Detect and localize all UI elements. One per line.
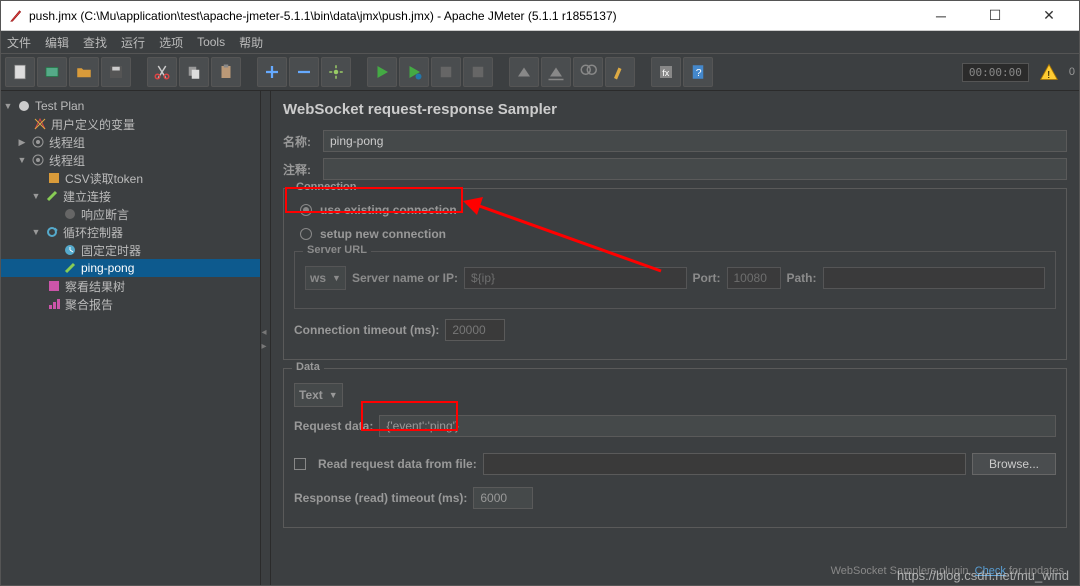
data-fieldset: Data Text▼ Request data: Read request da… xyxy=(283,368,1067,528)
toolbar: fx ? 00:00:00 ! 0 xyxy=(1,53,1079,91)
start-no-pause-icon[interactable] xyxy=(399,57,429,87)
tree-ping-pong[interactable]: ping-pong xyxy=(1,259,260,277)
name-label: 名称: xyxy=(283,133,323,150)
close-button[interactable]: ✕ xyxy=(1031,6,1067,26)
connection-fieldset: Connection use existing connection setup… xyxy=(283,188,1067,360)
start-icon[interactable] xyxy=(367,57,397,87)
clear-all-icon[interactable] xyxy=(541,57,571,87)
timer-display: 00:00:00 xyxy=(962,63,1029,82)
shutdown-icon[interactable] xyxy=(463,57,493,87)
svg-text:?: ? xyxy=(696,67,702,79)
splitter-right-icon[interactable]: ▸ xyxy=(262,341,270,349)
search-icon[interactable] xyxy=(573,57,603,87)
expand-icon[interactable] xyxy=(257,57,287,87)
comment-label: 注释: xyxy=(283,161,323,178)
menu-options[interactable]: 选项 xyxy=(159,34,183,51)
radio-existing[interactable]: use existing connection xyxy=(294,203,1056,217)
warning-count: 0 xyxy=(1069,66,1075,78)
server-url-legend: Server URL xyxy=(303,244,371,256)
minimize-button[interactable]: ─ xyxy=(923,6,959,26)
read-from-file-label: Read request data from file: xyxy=(318,457,477,471)
server-name-label: Server name or IP: xyxy=(352,271,458,285)
menu-file[interactable]: 文件 xyxy=(7,34,31,51)
reset-search-icon[interactable] xyxy=(605,57,635,87)
watermark: https://blog.csdn.net/mu_wind xyxy=(897,568,1069,583)
response-timeout-input[interactable] xyxy=(473,487,533,509)
copy-icon[interactable] xyxy=(179,57,209,87)
read-from-file-checkbox[interactable] xyxy=(294,458,306,470)
protocol-combo[interactable]: ws▼ xyxy=(305,266,346,290)
conn-timeout-input[interactable] xyxy=(445,319,505,341)
paste-icon[interactable] xyxy=(211,57,241,87)
svg-text:!: ! xyxy=(1047,70,1050,81)
tree-user-vars[interactable]: 用户定义的变量 xyxy=(1,115,260,133)
svg-text:fx: fx xyxy=(662,68,670,78)
open-icon[interactable] xyxy=(69,57,99,87)
splitter-left-icon[interactable]: ◂ xyxy=(262,327,270,335)
conn-timeout-label: Connection timeout (ms): xyxy=(294,323,439,337)
cut-icon[interactable] xyxy=(147,57,177,87)
tree-aggregate[interactable]: 聚合报告 xyxy=(1,295,260,313)
path-input[interactable] xyxy=(823,267,1046,289)
server-url-fieldset: Server URL ws▼ Server name or IP: Port: … xyxy=(294,251,1056,309)
toggle-icon[interactable] xyxy=(321,57,351,87)
maximize-button[interactable]: ☐ xyxy=(977,6,1013,26)
path-label: Path: xyxy=(787,271,817,285)
menu-help[interactable]: 帮助 xyxy=(239,34,263,51)
tree-thread-group-1[interactable]: ▶线程组 xyxy=(1,133,260,151)
tree-timer[interactable]: 固定定时器 xyxy=(1,241,260,259)
response-timeout-label: Response (read) timeout (ms): xyxy=(294,491,467,505)
save-icon[interactable] xyxy=(101,57,131,87)
name-input[interactable] xyxy=(323,130,1067,152)
stop-icon[interactable] xyxy=(431,57,461,87)
new-icon[interactable] xyxy=(5,57,35,87)
tree-loop[interactable]: ▼循环控制器 xyxy=(1,223,260,241)
app-icon xyxy=(9,9,23,23)
server-name-input[interactable] xyxy=(464,267,687,289)
file-path-input[interactable] xyxy=(483,453,966,475)
port-label: Port: xyxy=(693,271,721,285)
connection-legend: Connection xyxy=(292,181,361,193)
radio-existing-dot[interactable] xyxy=(300,204,312,216)
menu-run[interactable]: 运行 xyxy=(121,34,145,51)
tree-root[interactable]: ▼Test Plan xyxy=(1,97,260,115)
tree-results-tree[interactable]: 察看结果树 xyxy=(1,277,260,295)
templates-icon[interactable] xyxy=(37,57,67,87)
tree-csv[interactable]: CSV读取token xyxy=(1,169,260,187)
request-data-input[interactable] xyxy=(379,415,1056,437)
radio-new-dot[interactable] xyxy=(300,228,312,240)
data-legend: Data xyxy=(292,361,324,373)
splitter[interactable]: ◂ ▸ xyxy=(261,91,271,585)
sampler-editor: WebSocket request-response Sampler 名称: 注… xyxy=(271,91,1079,585)
function-helper-icon[interactable]: fx xyxy=(651,57,681,87)
menu-edit[interactable]: 编辑 xyxy=(45,34,69,51)
radio-new[interactable]: setup new connection xyxy=(294,227,1056,241)
window-titlebar: push.jmx (C:\Mu\application\test\apache-… xyxy=(1,1,1079,31)
tree-assertion[interactable]: 响应断言 xyxy=(1,205,260,223)
tree-connect[interactable]: ▼建立连接 xyxy=(1,187,260,205)
test-plan-tree[interactable]: ▼Test Plan 用户定义的变量 ▶线程组 ▼线程组 CSV读取token … xyxy=(1,91,261,585)
warning-icon[interactable]: ! xyxy=(1039,62,1059,82)
clear-icon[interactable] xyxy=(509,57,539,87)
window-title: push.jmx (C:\Mu\application\test\apache-… xyxy=(29,9,923,23)
menu-search[interactable]: 查找 xyxy=(83,34,107,51)
browse-button[interactable]: Browse... xyxy=(972,453,1056,475)
data-type-combo[interactable]: Text▼ xyxy=(294,383,343,407)
comment-input[interactable] xyxy=(323,158,1067,180)
help-icon[interactable]: ? xyxy=(683,57,713,87)
request-data-label: Request data: xyxy=(294,419,373,433)
port-input[interactable] xyxy=(727,267,781,289)
tree-thread-group-2[interactable]: ▼线程组 xyxy=(1,151,260,169)
menu-tools[interactable]: Tools xyxy=(197,35,225,49)
menu-bar: 文件 编辑 查找 运行 选项 Tools 帮助 xyxy=(1,31,1079,53)
collapse-icon[interactable] xyxy=(289,57,319,87)
panel-title: WebSocket request-response Sampler xyxy=(283,101,1067,118)
